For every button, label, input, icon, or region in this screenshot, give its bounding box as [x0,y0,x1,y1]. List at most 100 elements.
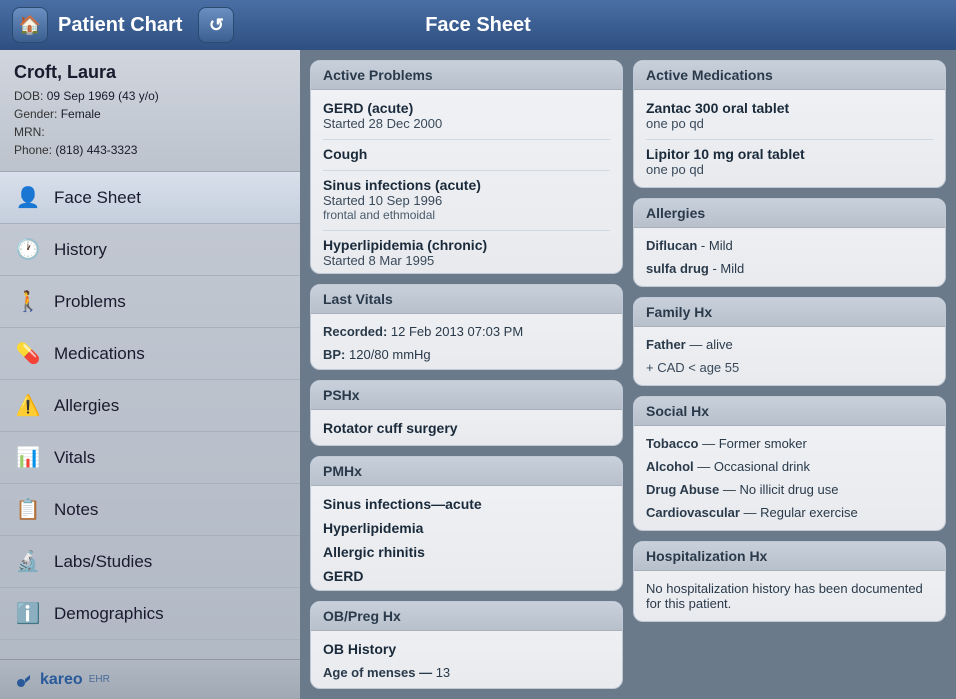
home-button[interactable]: 🏠 [12,7,48,43]
card-header-social-hx: Social Hx [634,397,945,426]
card-header-active-problems: Active Problems [311,61,622,90]
item-bold: Father [646,337,686,352]
item-sub: Started 8 Mar 1995 [323,253,610,268]
item-bold: Tobacco [646,436,699,451]
card-body-social-hx: Tobacco — Former smoker Alcohol — Occasio… [634,426,945,530]
item-title: Cough [323,146,610,162]
item-title: GERD [323,568,610,584]
sidebar-label-allergies: Allergies [54,396,119,416]
card-header-active-medications: Active Medications [634,61,945,90]
sidebar-footer: kareo EHR [0,659,300,699]
item-bold: Cardiovascular [646,505,740,520]
card-body-last-vitals: Recorded: 12 Feb 2013 07:03 PM BP: 120/80… [311,314,622,371]
sidebar-item-allergies[interactable]: ⚠️ Allergies [0,380,300,432]
item-title: Sinus infections (acute) [323,177,610,193]
sidebar-item-notes[interactable]: 📋Notes [0,484,300,536]
card-item: Hyperlipidemia [323,520,610,536]
sidebar-item-problems[interactable]: 🚶Problems [0,276,300,328]
card-body-family-hx: Father — alive+ CAD < age 55 [634,327,945,385]
card-item: + CAD < age 55 [646,360,933,375]
card-body-active-medications: Zantac 300 oral tabletone po qd Lipitor 1… [634,90,945,187]
item-title: Sinus infections—acute [323,496,610,512]
item-title: Hyperlipidemia [323,520,610,536]
refresh-icon: ↺ [209,15,224,36]
patient-name: Croft, Laura [14,62,286,83]
card-header-family-hx: Family Hx [634,298,945,327]
history-icon: 🕐 [14,236,42,264]
sidebar-label-vitals: Vitals [54,448,95,468]
sidebar-item-history[interactable]: 🕐 History [0,224,300,276]
sidebar-item-vitals[interactable]: 📊 Vitals [0,432,300,484]
sidebar-label-notes: Notes [54,500,98,520]
labs-studies-icon: 🔬 [14,548,42,576]
card-body-active-problems: GERD (acute)Started 28 Dec 2000 Cough Sinu… [311,90,622,274]
sidebar-item-demographics[interactable]: ℹ️Demographics [0,588,300,640]
vitals-icon: 📊 [14,444,42,472]
card-header-hospitalization-hx: Hospitalization Hx [634,542,945,571]
card-item: Alcohol — Occasional drink [646,459,933,474]
sidebar-label-demographics: Demographics [54,604,164,624]
item-text: No hospitalization history has been docu… [646,581,933,611]
patient-info: Croft, Laura DOB: 09 Sep 1969 (43 y/o) G… [0,50,300,172]
face-sheet-icon: 👤 [14,184,42,212]
item-sub: + CAD < age 55 [646,360,933,375]
sidebar-label-history: History [54,240,107,260]
card-item: Sinus infections (acute)Started 10 Sep 1… [323,177,610,222]
content-area: Active ProblemsGERD (acute)Started 28 De… [300,50,956,699]
sidebar-label-problems: Problems [54,292,126,312]
card-item: Tobacco — Former smoker [646,436,933,451]
card-family-hx: Family HxFather — alive+ CAD < age 55 [633,297,946,386]
item-bold: Alcohol [646,459,694,474]
card-pshx: PSHxRotator cuff surgery [310,380,623,445]
card-item: Cardiovascular — Regular exercise [646,505,933,520]
card-header-ob-preg-hx: OB/Preg Hx [311,602,622,631]
page-title: Face Sheet [425,14,531,37]
item-bold: Drug Abuse [646,482,719,497]
item-title: Zantac 300 oral tablet [646,100,933,116]
card-body-allergies: Diflucan - Mild sulfa drug - Mild [634,228,945,286]
sidebar-item-labs-studies[interactable]: 🔬 Labs/Studies [0,536,300,588]
item-title: Allergic rhinitis [323,544,610,560]
allergies-icon: ⚠️ [14,392,42,420]
card-item: Diflucan - Mild [646,238,933,253]
left-column: Active ProblemsGERD (acute)Started 28 De… [310,60,623,689]
card-item: Age of menses — 13 [323,665,610,680]
card-ob-preg-hx: OB/Preg HxOB HistoryAge of menses — 13 [310,601,623,689]
card-item: sulfa drug - Mild [646,261,933,276]
sidebar-item-medications[interactable]: 💊Medications [0,328,300,380]
card-item: Sinus infections—acute [323,496,610,512]
card-item: Rotator cuff surgery [323,420,610,436]
medications-icon: 💊 [14,340,42,368]
item-title: Hyperlipidemia (chronic) [323,237,610,253]
kareo-product: EHR [89,674,110,685]
app-title: Patient Chart [58,14,182,37]
card-header-last-vitals: Last Vitals [311,285,622,314]
item-bold: Diflucan [646,238,697,253]
card-item: GERD (acute)Started 28 Dec 2000 [323,100,610,131]
card-item: BP: 120/80 mmHg [323,347,610,362]
item-title: GERD (acute) [323,100,610,116]
item-detail: frontal and ethmoidal [323,208,610,222]
card-allergies: AllergiesDiflucan - Mildsulfa drug - Mil… [633,198,946,287]
kareo-logo-icon [14,670,34,690]
divider [646,139,933,140]
nav-items: 👤Face Sheet 🕐 History 🚶Problems💊Medications… [0,172,300,659]
item-sub: one po qd [646,116,933,131]
item-bold-label: Age of menses — [323,665,432,680]
refresh-button[interactable]: ↺ [198,7,234,43]
item-sub: Started 28 Dec 2000 [323,116,610,131]
item-bold-label: Recorded: [323,324,387,339]
patient-mrn: MRN: [14,123,286,141]
card-item: Lipitor 10 mg oral tabletone po qd [646,146,933,177]
patient-phone: Phone: (818) 443-3323 [14,141,286,159]
divider [323,230,610,231]
card-body-pmhx: Sinus infections—acute Hyperlipidemia Alle… [311,486,622,592]
sidebar-label-labs-studies: Labs/Studies [54,552,152,572]
divider [323,170,610,171]
patient-gender: Gender: Female [14,105,286,123]
sidebar-item-face-sheet[interactable]: 👤Face Sheet [0,172,300,224]
card-item: Recorded: 12 Feb 2013 07:03 PM [323,324,610,339]
main-layout: Croft, Laura DOB: 09 Sep 1969 (43 y/o) G… [0,50,956,699]
item-title: Rotator cuff surgery [323,420,610,436]
card-item: Hyperlipidemia (chronic)Started 8 Mar 19… [323,237,610,268]
